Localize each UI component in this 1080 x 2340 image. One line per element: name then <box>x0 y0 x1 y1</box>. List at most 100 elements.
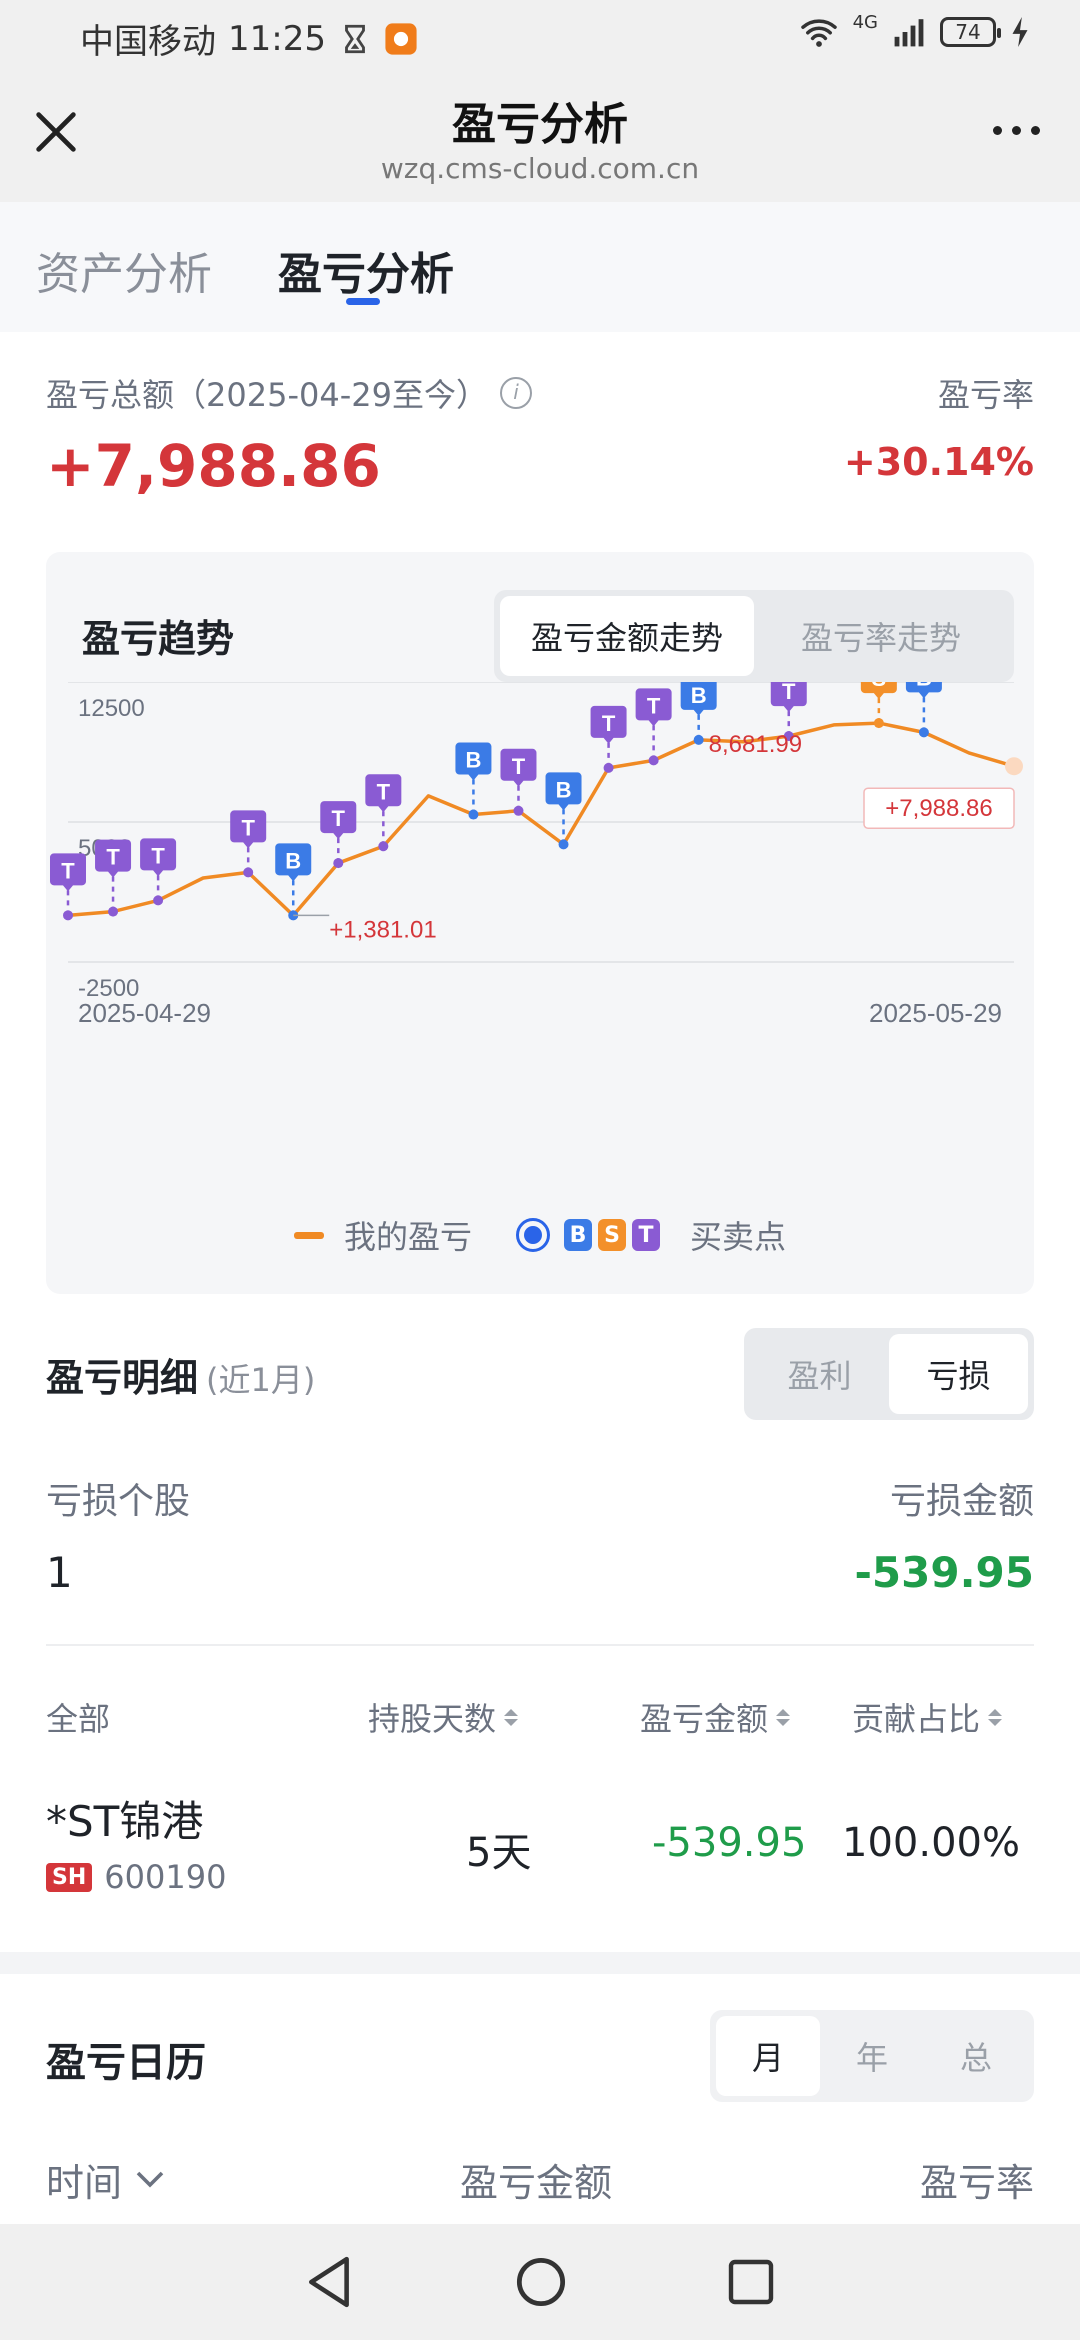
stock-code-line: SH 600190 <box>46 1858 226 1896</box>
rate-label: 盈亏率 <box>937 376 1034 414</box>
divider <box>46 1644 1034 1646</box>
trade-marker-label: T <box>377 779 391 804</box>
trade-marker-label: T <box>106 845 120 870</box>
trade-marker-label: T <box>512 754 526 779</box>
back-icon[interactable] <box>305 2255 355 2309</box>
tab-asset-analysis[interactable]: 资产分析 <box>36 238 212 302</box>
pnl-card: 盈亏总额（2025-04-29至今） i 盈亏率 +7,988.86 +30.1… <box>0 332 1080 1952</box>
sort-icon <box>504 1708 519 1726</box>
trade-marker-label: T <box>647 693 661 718</box>
data-point <box>378 841 389 852</box>
calendar-segment: 月 年 总 <box>710 2010 1034 2102</box>
tab-pnl-analysis[interactable]: 盈亏分析 <box>278 238 454 302</box>
more-menu-icon[interactable] <box>993 126 1040 135</box>
legend-points-label: 买卖点 <box>690 1218 787 1256</box>
legend-profit-label: 我的盈亏 <box>343 1218 472 1256</box>
signal-icon <box>894 19 924 47</box>
calendar-title: 盈亏日历 <box>46 2040 206 2086</box>
carrier-label: 中国移动 <box>80 22 216 62</box>
summary-label: 盈亏总额（2025-04-29至今） i <box>46 370 532 416</box>
last-annotation: +7,988.86 <box>885 795 992 822</box>
trade-marker-label: B <box>691 683 707 708</box>
data-point <box>468 809 479 820</box>
seg-amount-trend[interactable]: 盈亏金额走势 <box>500 596 754 676</box>
data-point <box>918 727 929 738</box>
page-title: 盈亏分析 <box>452 99 628 150</box>
sell-badge-icon: S <box>598 1219 626 1251</box>
chevron-down-icon <box>136 2171 164 2188</box>
seg-month[interactable]: 月 <box>716 2016 820 2096</box>
seg-rate-trend[interactable]: 盈亏率走势 <box>754 596 1008 676</box>
max-annotation: 8,681.99 <box>709 731 802 758</box>
nav-bar: 盈亏分析 wzq.cms-cloud.com.cn <box>0 70 1080 202</box>
trade-marker-label: S <box>872 682 887 691</box>
header-contribution[interactable]: 贡献占比 <box>852 1694 1003 1740</box>
active-tab-indicator <box>346 298 380 305</box>
info-icon[interactable]: i <box>499 377 532 409</box>
trade-marker-label: T <box>332 806 346 831</box>
pnl-rate-value: +30.14% <box>843 440 1034 484</box>
trade-marker-label: B <box>556 777 572 802</box>
status-left: 中国移动 11:25 <box>80 14 418 63</box>
network-type: 4G <box>852 11 878 33</box>
trade-marker-label: B <box>465 748 481 773</box>
seg-total[interactable]: 总 <box>924 2016 1028 2096</box>
hold-days: 5天 <box>466 1830 532 1876</box>
status-bar: 中国移动 11:25 4G 74 <box>0 0 1080 70</box>
header-pnl-amount-label: 盈亏金额 <box>640 1700 769 1738</box>
total-pnl-value: +7,988.86 <box>46 432 381 500</box>
market-badge: SH <box>46 1862 93 1892</box>
page-url: wzq.cms-cloud.com.cn <box>380 152 700 185</box>
loss-amount-value: -539.95 <box>854 1548 1034 1597</box>
detail-title-text: 盈亏明细 <box>46 1356 199 1400</box>
home-icon[interactable] <box>515 2256 567 2308</box>
y-tick-label: 12500 <box>78 695 145 722</box>
cal-amount-column: 盈亏金额 <box>460 2161 613 2205</box>
data-point <box>873 718 884 729</box>
system-nav-bar <box>0 2224 1080 2340</box>
min-annotation: +1,381.01 <box>329 916 436 943</box>
header-contribution-label: 贡献占比 <box>852 1700 981 1738</box>
trade-marker-label: B <box>916 682 932 690</box>
trend-segment: 盈亏金额走势 盈亏率走势 <box>494 590 1014 682</box>
row-contribution: 100.00% <box>842 1820 1020 1866</box>
trend-card: 盈亏趋势 盈亏金额走势 盈亏率走势 125005000-25002025-04-… <box>46 552 1034 1294</box>
data-point <box>108 906 119 917</box>
data-point <box>333 858 344 869</box>
x-tick-label: 2025-04-29 <box>78 998 211 1028</box>
app-notification-icon <box>385 22 417 55</box>
trend-title: 盈亏趋势 <box>82 617 235 661</box>
recent-apps-icon[interactable] <box>727 2258 775 2306</box>
header-hold-days[interactable]: 持股天数 <box>368 1694 519 1740</box>
pnl-trend-chart[interactable]: 125005000-25002025-04-292025-05-29 TTTTB… <box>46 682 1034 1202</box>
detail-segment: 盈利 亏损 <box>744 1328 1034 1420</box>
sort-icon <box>988 1708 1003 1726</box>
trade-marker-label: T <box>61 858 75 883</box>
detail-title: 盈亏明细 (近1月) <box>46 1347 315 1402</box>
header-all[interactable]: 全部 <box>46 1694 110 1740</box>
trade-marker-label: T <box>782 682 796 704</box>
t-trade-badge-icon: T <box>632 1219 660 1251</box>
data-point <box>513 805 524 816</box>
seg-loss[interactable]: 亏损 <box>889 1334 1028 1414</box>
trade-points-toggle[interactable] <box>516 1218 550 1252</box>
header-pnl-amount[interactable]: 盈亏金额 <box>640 1694 791 1740</box>
data-point <box>153 895 164 906</box>
data-point <box>603 762 614 773</box>
seg-year[interactable]: 年 <box>820 2016 924 2096</box>
data-point <box>243 867 254 878</box>
sort-icon <box>776 1708 791 1726</box>
calendar-card: 盈亏日历 月 年 总 时间 盈亏金额 盈亏率 <box>0 1974 1080 2224</box>
trade-marker-label: T <box>602 711 616 736</box>
loss-amount-label: 亏损金额 <box>889 1481 1034 1522</box>
detail-period: (近1月) <box>206 1361 316 1399</box>
last-point-halo <box>1005 757 1023 776</box>
top-tabs: 资产分析 盈亏分析 <box>0 202 1080 332</box>
clock: 11:25 <box>228 18 326 59</box>
time-column-dropdown[interactable]: 时间 <box>46 2152 164 2207</box>
x-tick-label: 2025-05-29 <box>869 998 1002 1028</box>
data-point <box>693 734 704 745</box>
seg-profit[interactable]: 盈利 <box>750 1334 889 1414</box>
trade-marker-label: B <box>285 848 301 873</box>
data-point <box>558 839 569 850</box>
